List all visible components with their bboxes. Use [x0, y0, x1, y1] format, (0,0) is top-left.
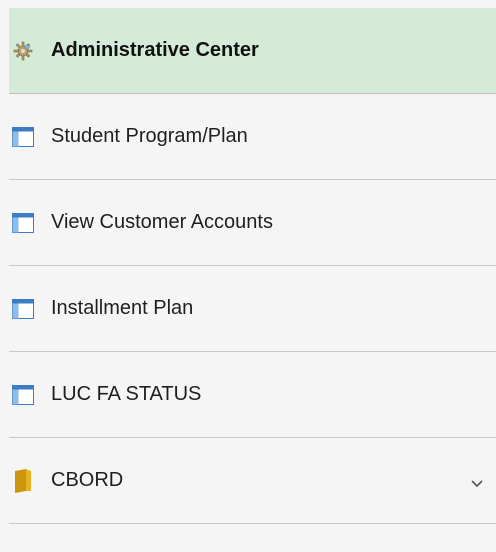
menu-item-label: Student Program/Plan [51, 125, 248, 147]
menu-item-label: CBORD [51, 469, 124, 491]
window-icon [12, 126, 34, 148]
menu-item-view-customer-accounts[interactable]: View Customer Accounts [9, 180, 496, 266]
navigation-menu: Administrative Center Student Program/Pl… [9, 8, 496, 524]
menu-item-installment-plan[interactable]: Installment Plan [9, 266, 496, 352]
window-icon [12, 298, 34, 320]
admin-gear-icon [12, 40, 34, 62]
menu-item-label: Installment Plan [51, 297, 194, 319]
window-icon [12, 384, 34, 406]
menu-header-administrative-center[interactable]: Administrative Center [9, 8, 496, 94]
menu-item-cbord[interactable]: CBORD [9, 438, 496, 524]
menu-item-student-program-plan[interactable]: Student Program/Plan [9, 94, 496, 180]
folder-icon [12, 468, 34, 493]
menu-item-label: LUC FA STATUS [51, 383, 202, 405]
window-icon [12, 212, 34, 234]
chevron-down-icon[interactable] [470, 476, 484, 487]
menu-header-label: Administrative Center [51, 39, 259, 61]
menu-item-luc-fa-status[interactable]: LUC FA STATUS [9, 352, 496, 438]
menu-item-label: View Customer Accounts [51, 211, 273, 233]
